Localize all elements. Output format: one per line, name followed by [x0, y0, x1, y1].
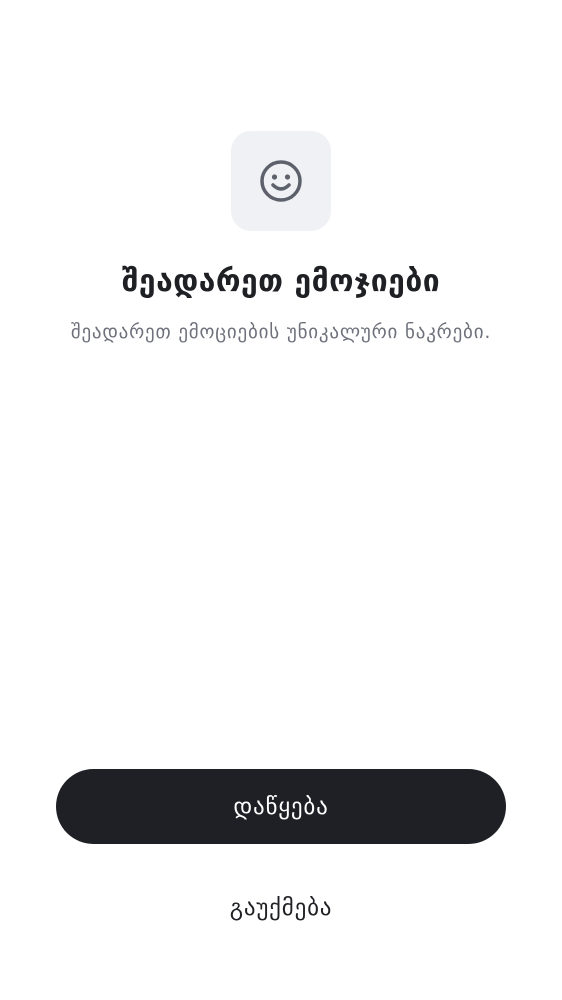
cancel-button[interactable]: გაუქმება	[156, 884, 406, 932]
smile-icon	[258, 158, 304, 204]
icon-tile	[231, 131, 331, 231]
onboarding-screen: შეადარეთ ემოჯიები შეადარეთ ემოციების უნი…	[0, 0, 562, 1000]
start-button[interactable]: დაწყება	[56, 769, 506, 844]
page-title: შეადარეთ ემოჯიები	[121, 264, 441, 299]
page-subtitle: შეადარეთ ემოციების უნიკალური ნაკრები.	[70, 321, 492, 343]
